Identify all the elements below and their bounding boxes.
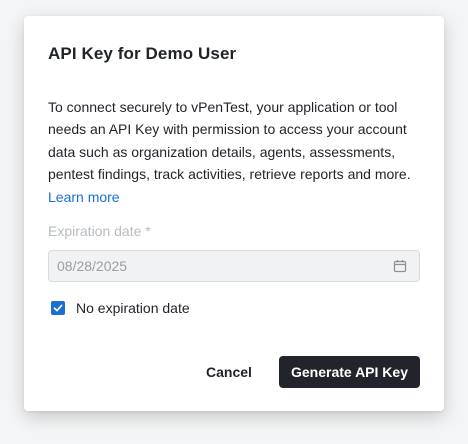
no-expiration-checkbox[interactable] bbox=[51, 301, 65, 315]
checkmark-icon bbox=[53, 304, 63, 312]
no-expiration-row: No expiration date bbox=[51, 300, 190, 316]
expiration-date-field[interactable] bbox=[48, 250, 420, 282]
api-key-dialog: API Key for Demo User To connect securel… bbox=[24, 16, 444, 411]
dialog-title: API Key for Demo User bbox=[48, 44, 237, 63]
description-text: To connect securely to vPenTest, your ap… bbox=[48, 99, 411, 183]
cancel-button[interactable]: Cancel bbox=[192, 356, 266, 388]
generate-api-key-button[interactable]: Generate API Key bbox=[279, 356, 420, 388]
calendar-icon[interactable] bbox=[392, 258, 408, 274]
expiration-date-label: Expiration date * bbox=[48, 223, 151, 239]
expiration-date-input[interactable] bbox=[49, 257, 392, 275]
learn-more-link[interactable]: Learn more bbox=[48, 189, 120, 205]
dialog-description: To connect securely to vPenTest, your ap… bbox=[48, 96, 420, 208]
no-expiration-label[interactable]: No expiration date bbox=[76, 300, 190, 316]
